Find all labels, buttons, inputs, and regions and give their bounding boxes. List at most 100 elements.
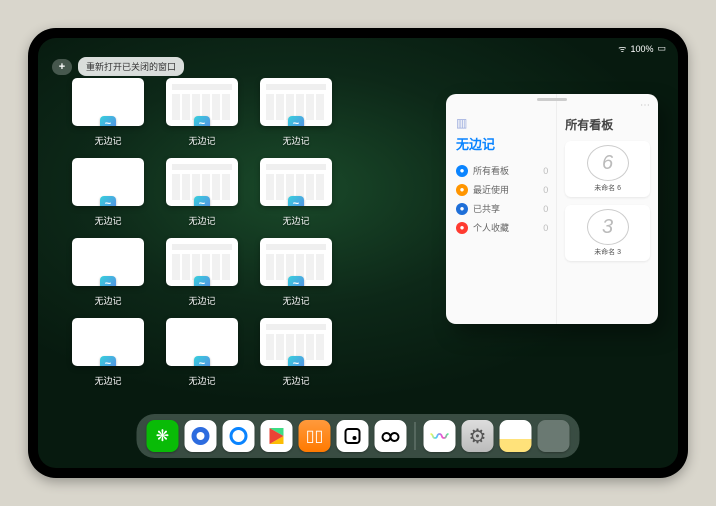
window-thumbnail[interactable]: 无边记 — [70, 318, 146, 388]
window-label: 无边记 — [188, 134, 215, 147]
panel-title: 无边记 — [456, 134, 548, 153]
window-thumbnail[interactable]: 无边记 — [258, 238, 334, 308]
freeform-app-icon — [100, 116, 116, 126]
freeform-app-icon — [194, 276, 210, 286]
dock-app-qqhd[interactable] — [185, 420, 217, 452]
thumbnail-preview — [166, 158, 238, 206]
dock-app-library[interactable] — [538, 420, 570, 452]
window-label: 无边记 — [282, 374, 309, 387]
window-label: 无边记 — [94, 134, 121, 147]
freeform-app-icon — [194, 356, 210, 366]
thumbnail-preview — [260, 318, 332, 366]
freeform-app-icon — [100, 356, 116, 366]
thumbnail-preview — [166, 318, 238, 366]
person-icon: ● — [456, 203, 468, 215]
panel-sidebar: ▥ 无边记 ● 所有看板 0 ● 最近使用 0 ● 已共享 0 ● 个人收藏 0 — [446, 94, 556, 324]
window-label: 无边记 — [282, 294, 309, 307]
board-label: 未命名 6 — [594, 183, 621, 193]
window-thumbnail[interactable]: 无边记 — [70, 78, 146, 148]
window-thumbnail[interactable]: 无边记 — [164, 158, 240, 228]
clock-icon: ● — [456, 184, 468, 196]
wechat-icon: ❋ — [156, 426, 169, 446]
window-label: 无边记 — [188, 294, 215, 307]
freeform-icon: 〰 — [431, 423, 449, 449]
dock-app-books[interactable]: ▯▯ — [299, 420, 331, 452]
freeform-app-icon — [288, 276, 304, 286]
screen: ᯤ 100% ▭ + 重新打开已关闭的窗口 无边记无边记无边记无边记无边记无边记… — [38, 38, 678, 468]
sidebar-folder[interactable]: ● 个人收藏 0 — [456, 218, 548, 237]
freeform-app-icon — [100, 196, 116, 206]
dock-app-settings[interactable]: ⚙ — [462, 420, 494, 452]
window-label: 无边记 — [282, 214, 309, 227]
sidebar-folder[interactable]: ● 最近使用 0 — [456, 180, 548, 199]
window-thumbnail[interactable]: 无边记 — [258, 78, 334, 148]
panel-grabber[interactable] — [537, 98, 567, 101]
nodes-icon — [382, 430, 400, 442]
ipad-frame: ᯤ 100% ▭ + 重新打开已关闭的窗口 无边记无边记无边记无边记无边记无边记… — [28, 28, 688, 478]
dock-app-dots2[interactable] — [375, 420, 407, 452]
dock-app-freeform[interactable]: 〰 — [424, 420, 456, 452]
freeform-panel[interactable]: ⋯ ▥ 无边记 ● 所有看板 0 ● 最近使用 0 ● 已共享 0 ● 个人收藏 0 所有看板 6 未命… — [446, 94, 658, 324]
freeform-app-icon — [100, 276, 116, 286]
window-thumbnail[interactable]: 无边记 — [164, 318, 240, 388]
dock-app-qqbrowse[interactable] — [223, 420, 255, 452]
window-label: 无边记 — [188, 214, 215, 227]
board-card[interactable]: 3未命名 3 — [565, 205, 650, 261]
window-thumbnail[interactable]: 无边记 — [164, 78, 240, 148]
window-label: 无边记 — [94, 294, 121, 307]
heart-icon: ● — [456, 222, 468, 234]
window-label: 无边记 — [282, 134, 309, 147]
play-icon — [270, 428, 284, 444]
dock-separator — [415, 422, 416, 450]
folder-label: 所有看板 — [473, 164, 509, 177]
folder-label: 已共享 — [473, 202, 500, 215]
panel-content: 所有看板 6 未命名 6 3未命名 3 — [556, 94, 658, 324]
window-thumbnail[interactable]: 无边记 — [258, 158, 334, 228]
sidebar-folder[interactable]: ● 所有看板 0 — [456, 161, 548, 180]
thumbnail-preview — [72, 78, 144, 126]
window-label: 无边记 — [94, 374, 121, 387]
window-thumbnail[interactable]: 无边记 — [164, 238, 240, 308]
window-label: 无边记 — [94, 214, 121, 227]
board-preview: 6 — [587, 145, 629, 181]
thumbnail-preview — [260, 238, 332, 286]
board-card[interactable]: 6 未命名 6 — [565, 141, 650, 197]
dock-app-notes[interactable] — [500, 420, 532, 452]
panel-right-title: 所有看板 — [565, 116, 650, 133]
freeform-app-icon — [194, 196, 210, 206]
thumbnail-preview — [260, 158, 332, 206]
folder-count: 0 — [543, 223, 548, 233]
board-preview: 3 — [587, 209, 629, 245]
stage: 无边记无边记无边记无边记无边记无边记无边记无边记无边记无边记无边记无边记 ⋯ ▥… — [38, 38, 678, 468]
dock-app-play[interactable] — [261, 420, 293, 452]
folder-label: 个人收藏 — [473, 221, 509, 234]
freeform-app-icon — [288, 196, 304, 206]
sidebar-toggle-icon[interactable]: ▥ — [456, 116, 548, 130]
window-thumbnail[interactable]: 无边记 — [258, 318, 334, 388]
window-thumbnail[interactable]: 无边记 — [70, 158, 146, 228]
thumbnail-preview — [166, 238, 238, 286]
folder-label: 最近使用 — [473, 183, 509, 196]
folder-count: 0 — [543, 166, 548, 176]
freeform-app-icon — [288, 116, 304, 126]
panel-more-icon[interactable]: ⋯ — [640, 100, 650, 111]
folder-count: 0 — [543, 185, 548, 195]
dock-app-wechat[interactable]: ❋ — [147, 420, 179, 452]
thumbnail-preview — [72, 238, 144, 286]
window-thumbnail[interactable]: 无边记 — [70, 238, 146, 308]
dock-app-dots1[interactable] — [337, 420, 369, 452]
dice-icon — [345, 428, 361, 444]
thumbnail-preview — [166, 78, 238, 126]
dock: ❋ ▯▯ 〰 ⚙ — [137, 414, 580, 458]
gear-icon: ⚙ — [469, 424, 487, 449]
qq-icon — [192, 427, 210, 445]
folder-count: 0 — [543, 204, 548, 214]
window-label: 无边记 — [188, 374, 215, 387]
sidebar-folder[interactable]: ● 已共享 0 — [456, 199, 548, 218]
thumbnail-preview — [72, 158, 144, 206]
freeform-app-icon — [288, 356, 304, 366]
grid-icon: ● — [456, 165, 468, 177]
window-grid: 无边记无边记无边记无边记无边记无边记无边记无边记无边记无边记无边记无边记 — [70, 78, 428, 388]
qqbrowser-icon — [230, 427, 248, 445]
freeform-app-icon — [194, 116, 210, 126]
